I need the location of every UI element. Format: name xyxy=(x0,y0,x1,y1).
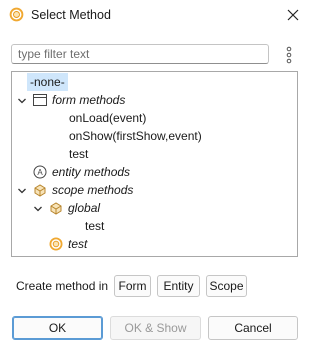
tree-item-label: test xyxy=(85,219,105,233)
tree-item-global[interactable]: global xyxy=(68,199,100,217)
tree-item-label: onLoad(event) xyxy=(69,111,147,125)
tree-item-onshow[interactable]: onShow(firstShow,event) xyxy=(69,127,202,145)
filter-field[interactable] xyxy=(11,44,269,64)
more-options-icon[interactable] xyxy=(283,46,295,64)
title-bar: Select Method xyxy=(0,0,310,30)
entity-icon: A xyxy=(33,165,47,179)
tree-item-label: onShow(firstShow,event) xyxy=(69,129,202,143)
close-icon[interactable] xyxy=(283,5,303,25)
tree-item-label: test xyxy=(69,147,89,161)
tree-item-scope-methods[interactable]: scope methods xyxy=(52,181,133,199)
cancel-button[interactable]: Cancel xyxy=(208,316,298,340)
method-tree[interactable]: -none- form methods onLoad(event) onShow… xyxy=(11,71,298,257)
select-method-dialog: Select Method -none- form methods onLoad… xyxy=(0,0,310,355)
form-icon xyxy=(33,94,47,106)
scope-icon xyxy=(34,184,46,197)
tree-item-form-methods[interactable]: form methods xyxy=(52,91,125,109)
create-in-entity-button[interactable]: Entity xyxy=(157,275,200,297)
scope-icon xyxy=(50,202,62,215)
tree-item-entity-methods[interactable]: entity methods xyxy=(52,163,130,181)
tree-item-form-test[interactable]: test xyxy=(69,145,88,163)
ring-icon xyxy=(49,237,63,251)
tree-item-label: entity methods xyxy=(52,165,131,179)
ok-button[interactable]: OK xyxy=(12,316,103,340)
tree-item-label: test xyxy=(68,237,88,251)
ring-icon xyxy=(9,7,24,22)
tree-item-global-test[interactable]: test xyxy=(85,217,104,235)
create-in-form-button[interactable]: Form xyxy=(114,275,151,297)
filter-input[interactable] xyxy=(12,45,268,63)
create-method-label: Create method in xyxy=(16,279,109,293)
tree-item-onload[interactable]: onLoad(event) xyxy=(69,109,146,127)
chevron-down-icon[interactable] xyxy=(17,186,27,196)
tree-item-none[interactable]: -none- xyxy=(27,73,68,91)
tree-item-label: scope methods xyxy=(52,183,134,197)
dialog-title: Select Method xyxy=(31,8,111,22)
tree-item-label: global xyxy=(68,201,101,215)
tree-item-label: form methods xyxy=(52,93,126,107)
chevron-down-icon[interactable] xyxy=(17,96,27,106)
svg-text:A: A xyxy=(37,168,43,177)
create-in-scope-button[interactable]: Scope xyxy=(206,275,247,297)
tree-item-root-test[interactable]: test xyxy=(68,235,87,253)
tree-item-label: -none- xyxy=(27,73,68,91)
chevron-down-icon[interactable] xyxy=(33,204,43,214)
ok-and-show-button[interactable]: OK & Show xyxy=(110,316,201,340)
